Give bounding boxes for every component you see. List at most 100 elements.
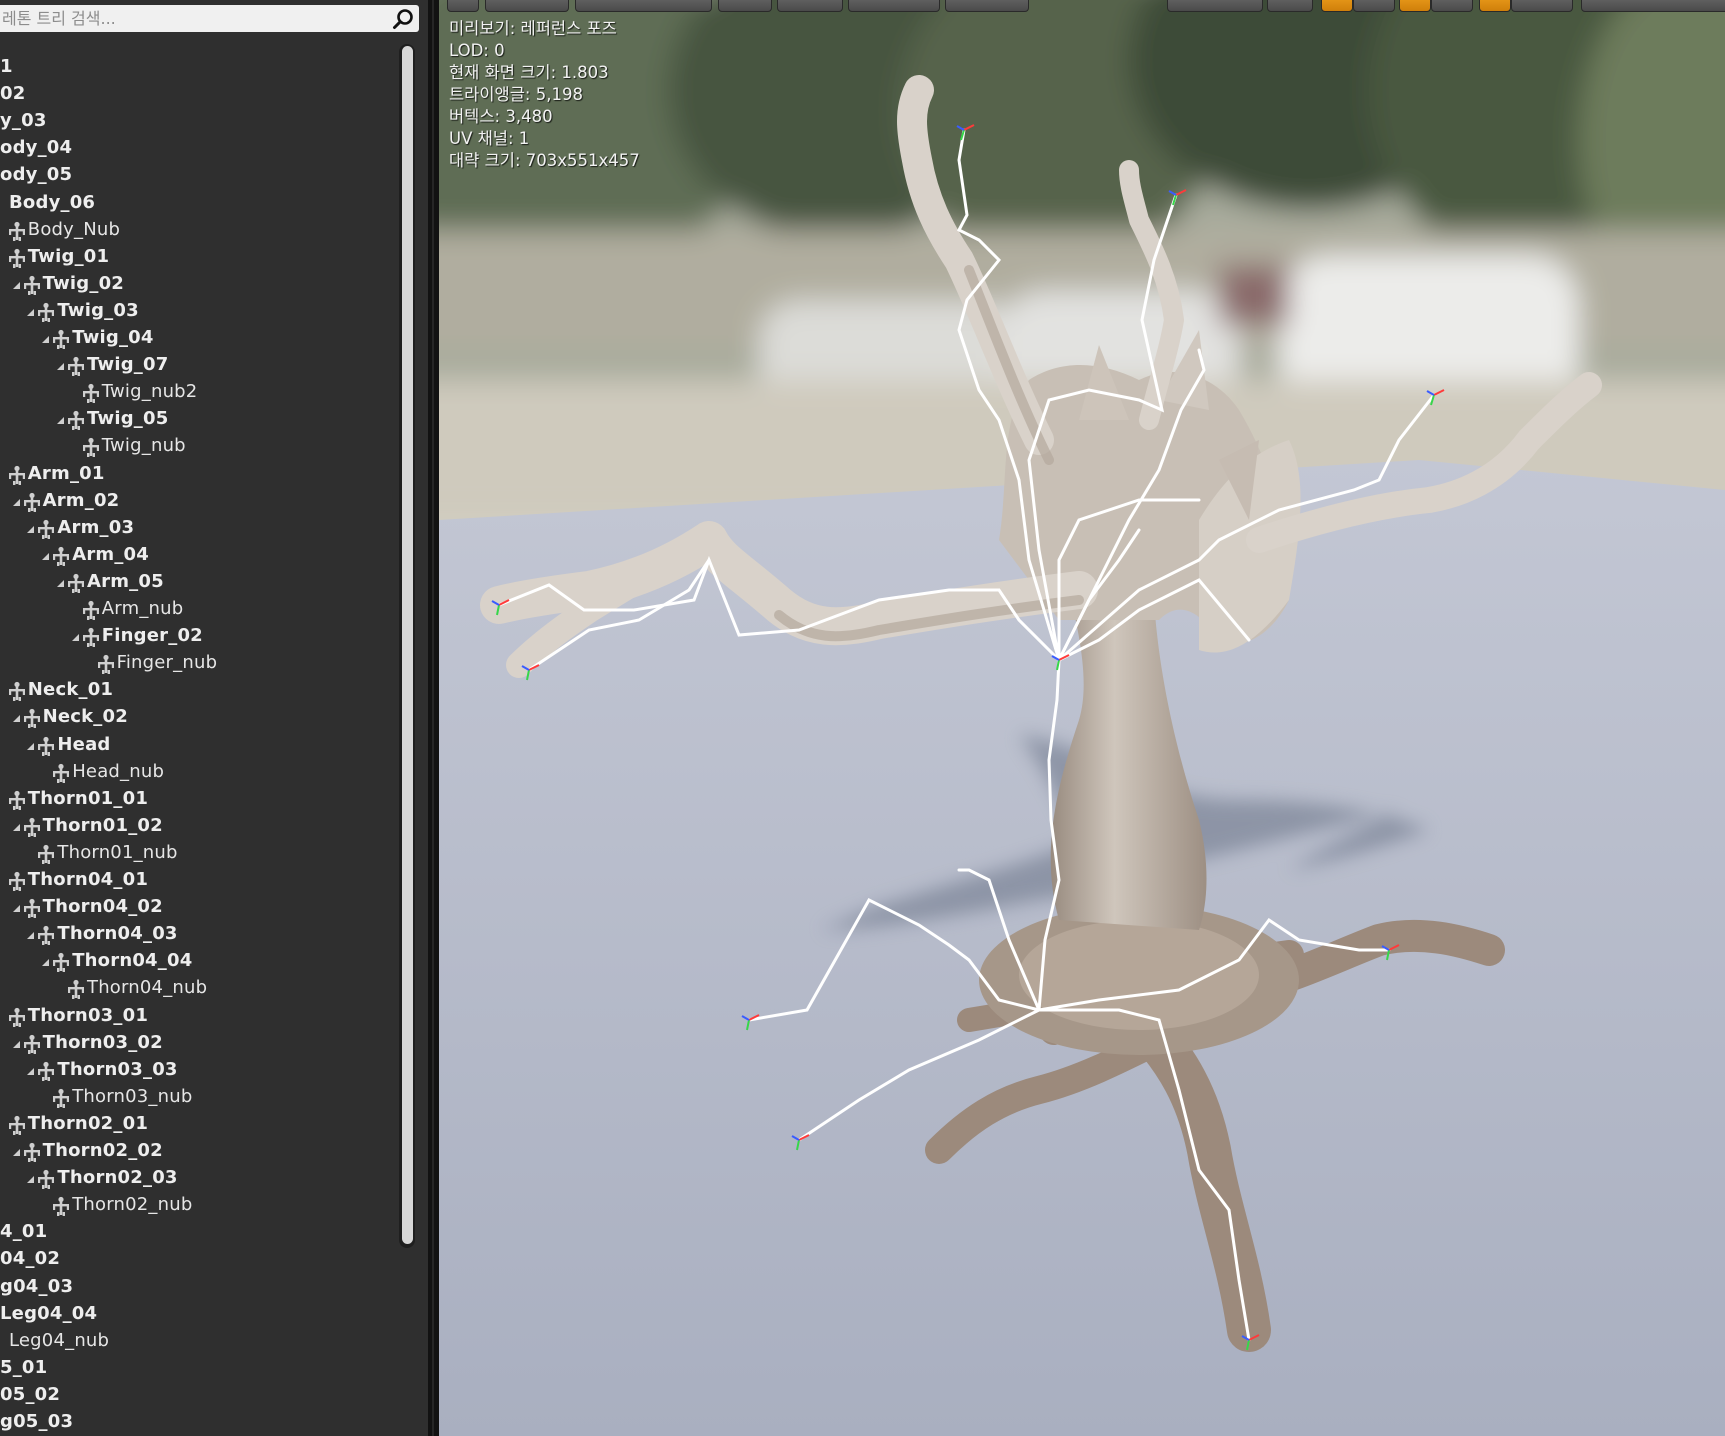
bone-label: Finger_nub	[116, 652, 218, 674]
character-button[interactable]	[777, 0, 843, 12]
bone-icon	[23, 275, 41, 295]
bone-label: Thorn04_03	[57, 923, 178, 945]
bone-icon	[37, 1061, 55, 1081]
lod-button[interactable]	[848, 0, 940, 12]
bone-label: Arm_02	[42, 489, 120, 511]
bone-label: Thorn03_02	[42, 1031, 163, 1053]
expand-arrow-icon[interactable]	[42, 552, 50, 560]
expand-arrow-icon[interactable]	[27, 1176, 35, 1184]
bone-label: Body_06	[9, 191, 96, 213]
bone-label: Head_nub	[72, 760, 165, 782]
expand-arrow-icon[interactable]	[57, 363, 64, 371]
bone-label: Twig_05	[87, 408, 169, 430]
vertex-count-text: 버텍스: 3,480	[449, 107, 553, 126]
bone-label: Thorn04_01	[27, 869, 149, 890]
bone-icon	[8, 221, 26, 241]
expand-arrow-icon[interactable]	[57, 417, 64, 425]
bone-label: 02	[0, 83, 26, 105]
expand-arrow-icon[interactable]	[27, 1067, 35, 1075]
grid-size-button[interactable]	[1353, 0, 1395, 12]
bone-label: Arm_05	[87, 570, 164, 592]
expand-arrow-icon[interactable]	[12, 498, 20, 506]
bone-label: Thorn02_03	[57, 1167, 178, 1189]
bone-icon	[52, 1196, 70, 1217]
bone-icon	[8, 871, 26, 891]
bone-icon	[52, 952, 70, 973]
expand-arrow-icon[interactable]	[27, 932, 35, 940]
expand-arrow-icon[interactable]	[27, 742, 35, 750]
expand-arrow-icon[interactable]	[12, 1149, 20, 1156]
bone-icon	[37, 844, 55, 864]
playback-speed-button[interactable]	[945, 0, 1029, 12]
bone-icon	[82, 383, 100, 404]
bone-label: Twig_04	[72, 327, 154, 348]
bone-label: Thorn02_02	[42, 1140, 163, 1161]
bone-icon	[82, 437, 100, 458]
bone-icon	[67, 979, 85, 1000]
rotation-snap-toggle[interactable]	[1399, 0, 1431, 12]
scale-size-button[interactable]	[1511, 0, 1573, 12]
expand-arrow-icon[interactable]	[42, 959, 50, 967]
viewport-menu-button[interactable]	[447, 0, 479, 12]
lit-mode-button[interactable]	[575, 0, 712, 12]
show-button[interactable]	[718, 0, 772, 12]
bone-icon	[82, 600, 100, 620]
bone-label: ody_05	[0, 164, 73, 186]
bone-icon	[8, 1007, 26, 1027]
bone-label: Twig_02	[42, 272, 125, 294]
bone-label: ody_04	[0, 137, 73, 159]
expand-arrow-icon[interactable]	[57, 579, 64, 587]
perspective-button[interactable]	[485, 0, 569, 12]
grid-snap-toggle[interactable]	[1321, 0, 1353, 12]
uv-channel-text: UV 채널: 1	[449, 129, 530, 148]
rotation-size-button[interactable]	[1431, 0, 1473, 12]
preview-mode-text: 미리보기: 레퍼런스 포즈	[449, 19, 617, 38]
bone-label: g04_03	[0, 1275, 74, 1297]
bone-icon	[8, 1115, 26, 1135]
expand-arrow-icon[interactable]	[12, 823, 20, 831]
tree-scrollbar-thumb[interactable]	[402, 46, 413, 1244]
bone-icon	[23, 1034, 41, 1054]
bone-icon	[23, 708, 41, 729]
expand-arrow-icon[interactable]	[27, 525, 35, 533]
bone-icon	[67, 573, 85, 593]
expand-arrow-icon[interactable]	[12, 281, 20, 289]
expand-arrow-icon[interactable]	[27, 308, 35, 316]
bone-label: Thorn02_nub	[72, 1194, 193, 1216]
bone-icon	[52, 763, 70, 783]
bone-label: Twig_01	[27, 245, 110, 267]
surface-snap-button[interactable]	[1267, 0, 1313, 12]
lod-text: LOD: 0	[449, 41, 505, 60]
expand-arrow-icon[interactable]	[12, 905, 20, 913]
expand-arrow-icon[interactable]	[71, 634, 79, 642]
bone-icon	[37, 1169, 55, 1190]
bone-label: Leg04_nub	[9, 1329, 110, 1351]
screen-size-text: 현재 화면 크기: 1.803	[449, 63, 609, 82]
triangle-count-text: 트라이앵글: 5,198	[449, 85, 583, 104]
bone-icon	[8, 790, 26, 810]
maximize-viewport-button[interactable]	[1581, 0, 1725, 12]
bone-label: Thorn04_04	[72, 950, 193, 972]
bone-label: Arm_03	[57, 516, 135, 538]
scale-snap-toggle[interactable]	[1479, 0, 1511, 12]
transform-tools-group[interactable]	[1167, 0, 1263, 12]
bone-label: Neck_02	[42, 706, 128, 728]
bone-label: g05_03	[0, 1411, 74, 1432]
bone-icon	[23, 1142, 41, 1162]
bone-label: Body_Nub	[27, 218, 121, 240]
preview-viewport[interactable]: 미리보기: 레퍼런스 포즈 LOD: 0 현재 화면 크기: 1.803 트라이…	[439, 0, 1725, 1436]
bone-label: Thorn01_nub	[57, 841, 178, 863]
bone-label: Thorn02_01	[27, 1112, 149, 1134]
bone-icon	[23, 898, 41, 919]
bone-label: Thorn04_02	[42, 896, 163, 918]
bone-label: Thorn01_01	[27, 787, 149, 809]
bone-label: Thorn03_nub	[72, 1085, 193, 1107]
expand-arrow-icon[interactable]	[12, 715, 20, 723]
skeleton-tree-list: 1 02 y_03 ody_04 ody_05 Body_06 Body_Nub Twig_0…	[0, 0, 400, 1436]
expand-arrow-icon[interactable]	[12, 1040, 20, 1048]
bone-label: Neck_01	[27, 679, 114, 701]
bone-label: 4_01	[0, 1221, 48, 1243]
expand-arrow-icon[interactable]	[42, 336, 50, 343]
bone-icon	[52, 1088, 70, 1108]
bone-icon	[97, 654, 115, 675]
